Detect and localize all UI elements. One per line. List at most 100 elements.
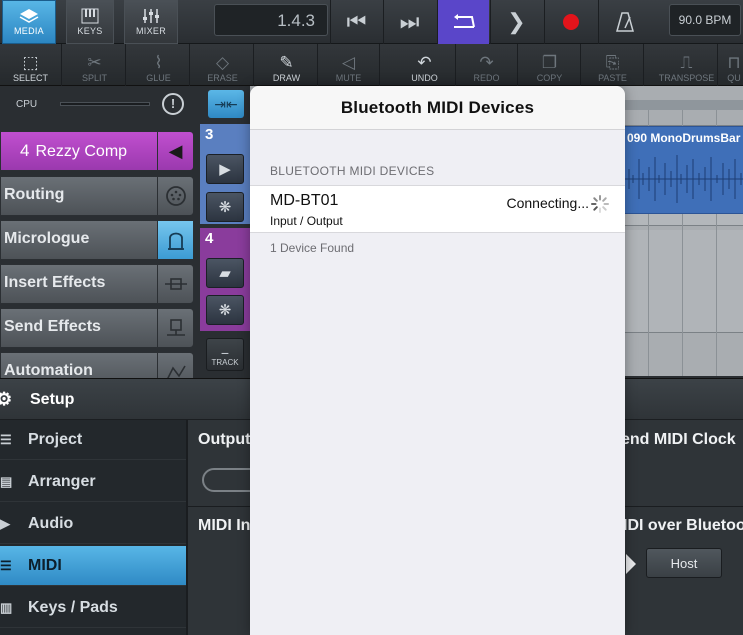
output-label: Output bbox=[198, 431, 251, 448]
nav-label: Arranger bbox=[28, 472, 96, 490]
undo-icon: ↶ bbox=[417, 53, 432, 72]
record-button[interactable] bbox=[544, 0, 596, 44]
device-name: MD-BT01 bbox=[270, 192, 339, 209]
glue-icon: ⌇ bbox=[154, 53, 163, 72]
bluetooth-midi-popover: Bluetooth MIDI Devices BLUETOOTH MIDI DE… bbox=[250, 86, 625, 635]
tool-mute[interactable]: ◁ MUTE bbox=[318, 44, 380, 86]
eraser-icon: ◇ bbox=[215, 53, 230, 72]
transport-bar: MEDIA KEYS MIXER 1.4.3 ⏮ ⏭ ❯ 90.0 BPM bbox=[0, 0, 743, 44]
media-label: MEDIA bbox=[13, 26, 44, 36]
nav-item-keys-pads[interactable]: ▥ Keys / Pads bbox=[0, 588, 186, 628]
play-button[interactable]: ❯ bbox=[490, 0, 542, 44]
inspector-section-label: Micrologue bbox=[4, 230, 90, 247]
inspector-insert-effects[interactable]: Insert Effects bbox=[0, 264, 194, 304]
tool-label: ERASE bbox=[207, 73, 238, 83]
collapse-arrow-icon[interactable]: ◀ bbox=[157, 132, 193, 170]
split-arrows-icon: ⇥⇤ bbox=[214, 95, 238, 112]
arranger-icon: ▤ bbox=[0, 473, 13, 489]
track-name: Rezzy Comp bbox=[35, 143, 128, 160]
tool-draw[interactable]: ✎ DRAW bbox=[256, 44, 318, 86]
play-track-icon[interactable]: ▶ bbox=[206, 154, 244, 184]
keyboard-instrument-icon[interactable]: ▰ bbox=[206, 258, 244, 288]
track-4-head[interactable]: 4 ▰ ❋ bbox=[200, 228, 250, 331]
speaker-icon: ◁ bbox=[341, 53, 356, 72]
skip-forward-icon: ⏭ bbox=[399, 9, 420, 34]
tool-glue[interactable]: ⌇ GLUE bbox=[128, 44, 190, 86]
nav-item-arranger[interactable]: ▤ Arranger bbox=[0, 462, 186, 502]
inspector-section-label: Send Effects bbox=[4, 318, 101, 335]
media-button[interactable]: MEDIA bbox=[2, 0, 56, 44]
copy-button[interactable]: ❐ COPY bbox=[519, 44, 581, 86]
list-icon: ☰ bbox=[0, 431, 12, 447]
instrument-icon[interactable] bbox=[157, 221, 193, 259]
paste-icon: ⎘ bbox=[605, 53, 620, 72]
redo-button[interactable]: ↷ REDO bbox=[456, 44, 518, 86]
tempo-display[interactable]: 90.0 BPM bbox=[669, 4, 741, 36]
metronome-button[interactable] bbox=[598, 0, 650, 44]
nav-item-audio[interactable]: ▶ Audio bbox=[0, 504, 186, 544]
tool-select[interactable]: ⬚ SELECT bbox=[0, 44, 62, 86]
transpose-icon: ⎍ bbox=[680, 53, 693, 72]
track-number: 4 bbox=[20, 141, 30, 160]
keys-label: KEYS bbox=[77, 26, 103, 36]
media-icon bbox=[19, 9, 39, 23]
inspector-track-header[interactable]: 4 Rezzy Comp ◀ bbox=[0, 131, 194, 171]
spinner-icon bbox=[591, 195, 609, 213]
quantize-button[interactable]: ⊓ QU bbox=[719, 44, 743, 86]
mixer-button[interactable]: MIXER bbox=[124, 0, 178, 44]
skip-back-icon: ⏮ bbox=[346, 9, 367, 34]
inspector-section-label: Routing bbox=[4, 186, 65, 203]
setup-title: Setup bbox=[30, 391, 75, 408]
tool-erase[interactable]: ◇ ERASE bbox=[192, 44, 254, 86]
midi-list-icon: ☰ bbox=[0, 557, 12, 573]
keys-button[interactable]: KEYS bbox=[66, 0, 114, 44]
clip-name: 090 MonoDrumsBar bbox=[627, 131, 741, 145]
route-toggle-button[interactable]: ⇥⇤ bbox=[208, 90, 244, 118]
play-icon: ❯ bbox=[507, 9, 526, 34]
send-midi-clock-label: end MIDI Clock bbox=[621, 431, 736, 448]
nav-item-midi[interactable]: ☰ MIDI bbox=[0, 546, 186, 586]
midi-bluetooth-label: IDI over Bluetoo bbox=[623, 517, 743, 534]
tool-label: MUTE bbox=[335, 73, 362, 83]
undo-button[interactable]: ↶ UNDO bbox=[394, 44, 456, 86]
inspector-send-effects[interactable]: Send Effects bbox=[0, 308, 194, 348]
midi-port-icon bbox=[157, 177, 193, 215]
send-effects-icon bbox=[157, 309, 193, 347]
select-icon: ⬚ bbox=[22, 53, 39, 72]
track-3-head[interactable]: 3 ▶ ❋ bbox=[200, 124, 250, 224]
drum-pad-icon[interactable]: ❋ bbox=[206, 295, 244, 325]
forward-button[interactable]: ⏭ bbox=[383, 0, 435, 44]
device-count: 1 Device Found bbox=[270, 241, 355, 255]
insert-effects-icon bbox=[157, 265, 193, 303]
alert-icon[interactable]: ! bbox=[162, 93, 184, 115]
minus-icon: − bbox=[220, 345, 230, 361]
tool-label: PASTE bbox=[598, 73, 627, 83]
device-type: Input / Output bbox=[270, 214, 343, 228]
keys-pads-icon: ▥ bbox=[0, 599, 13, 615]
tool-label: COPY bbox=[536, 73, 563, 83]
host-button[interactable]: Host bbox=[646, 548, 722, 578]
nav-label: Keys / Pads bbox=[28, 598, 118, 616]
position-display[interactable]: 1.4.3 bbox=[214, 4, 328, 36]
loop-button[interactable] bbox=[437, 0, 489, 44]
inspector-routing[interactable]: Routing bbox=[0, 176, 194, 216]
inspector-instrument[interactable]: Micrologue bbox=[0, 220, 194, 260]
audio-clip[interactable]: 090 MonoDrumsBar bbox=[624, 126, 743, 214]
transpose-button[interactable]: ⎍ TRANSPOSE bbox=[656, 44, 718, 86]
rewind-button[interactable]: ⏮ bbox=[330, 0, 382, 44]
cpu-meter bbox=[60, 102, 150, 106]
tool-label: GLUE bbox=[146, 73, 171, 83]
add-track-button[interactable]: − TRACK bbox=[206, 338, 244, 371]
device-row[interactable]: MD-BT01 Input / Output Connecting... bbox=[250, 185, 625, 233]
tool-label: UNDO bbox=[411, 73, 438, 83]
paste-button[interactable]: ⎘ PASTE bbox=[582, 44, 644, 86]
tool-split[interactable]: ✂ SPLIT bbox=[64, 44, 126, 86]
record-icon bbox=[562, 14, 579, 30]
device-status: Connecting... bbox=[506, 195, 590, 211]
nav-label: Audio bbox=[28, 514, 74, 532]
cpu-label: CPU bbox=[16, 99, 38, 110]
audio-icon: ▶ bbox=[0, 515, 10, 531]
nav-item-project[interactable]: ☰ Project bbox=[0, 420, 186, 460]
drum-pad-icon[interactable]: ❋ bbox=[206, 192, 244, 222]
inspector-section-label: Automation bbox=[4, 362, 93, 379]
